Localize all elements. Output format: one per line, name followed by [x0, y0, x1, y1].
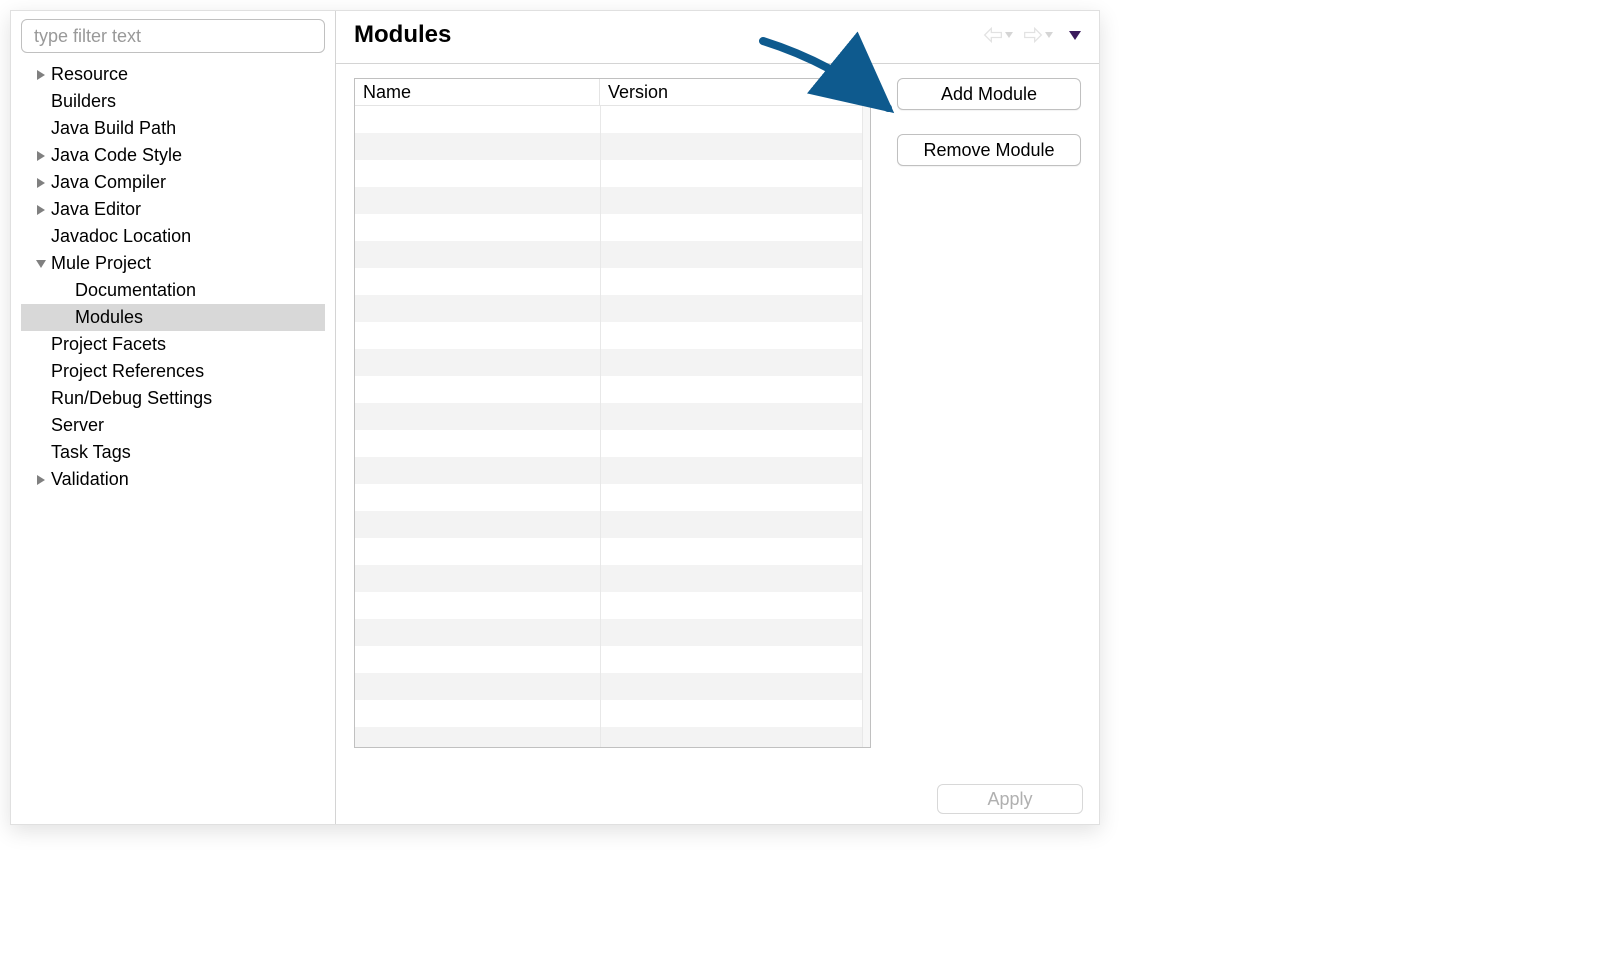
table-body[interactable]: [355, 106, 870, 747]
expand-icon[interactable]: [33, 205, 49, 215]
table-row[interactable]: [355, 538, 870, 565]
view-menu-icon[interactable]: [1069, 31, 1081, 40]
tree-item-project-facets[interactable]: Project Facets: [21, 331, 325, 358]
column-header-version[interactable]: Version: [600, 79, 870, 106]
table-row[interactable]: [355, 187, 870, 214]
tree-item-label: Java Editor: [49, 199, 141, 220]
column-divider[interactable]: [600, 106, 601, 747]
table-row[interactable]: [355, 133, 870, 160]
back-button[interactable]: [983, 26, 1013, 44]
tree-item-label: Javadoc Location: [49, 226, 191, 247]
table-row[interactable]: [355, 214, 870, 241]
forward-button[interactable]: [1023, 26, 1053, 44]
tree-item-java-code-style[interactable]: Java Code Style: [21, 142, 325, 169]
sidebar: Resource Builders Java Build Path Java Code…: [11, 11, 336, 824]
table-row[interactable]: [355, 241, 870, 268]
tree-item-label: Java Code Style: [49, 145, 182, 166]
content-body: Name Version Add Module Remove Module: [336, 64, 1099, 778]
expand-icon[interactable]: [33, 151, 49, 161]
tree-item-task-tags[interactable]: Task Tags: [21, 439, 325, 466]
table-row[interactable]: [355, 160, 870, 187]
table-row[interactable]: [355, 646, 870, 673]
toolbar-icons: [983, 26, 1081, 44]
table-row[interactable]: [355, 295, 870, 322]
remove-module-button[interactable]: Remove Module: [897, 134, 1081, 166]
tree-item-label: Java Compiler: [49, 172, 166, 193]
tree-item-modules[interactable]: Modules: [21, 304, 325, 331]
dropdown-icon: [1005, 32, 1013, 38]
expand-icon[interactable]: [33, 475, 49, 485]
tree-item-label: Builders: [49, 91, 116, 112]
content-panel: Modules: [336, 11, 1099, 824]
table-row[interactable]: [355, 430, 870, 457]
preferences-dialog: Resource Builders Java Build Path Java Code…: [10, 10, 1100, 825]
tree-item-label: Project References: [49, 361, 204, 382]
scrollbar[interactable]: [862, 106, 870, 747]
tree-item-builders[interactable]: Builders: [21, 88, 325, 115]
expand-icon[interactable]: [33, 178, 49, 188]
preferences-tree[interactable]: Resource Builders Java Build Path Java Code…: [21, 61, 325, 816]
tree-item-label: Resource: [49, 64, 128, 85]
page-title: Modules: [354, 21, 451, 49]
tree-item-java-compiler[interactable]: Java Compiler: [21, 169, 325, 196]
table-row[interactable]: [355, 619, 870, 646]
tree-item-label: Run/Debug Settings: [49, 388, 212, 409]
footer: Apply: [336, 778, 1099, 824]
table-row[interactable]: [355, 106, 870, 133]
buttons-column: Add Module Remove Module: [897, 78, 1081, 764]
tree-item-label: Modules: [73, 307, 143, 328]
tree-item-validation[interactable]: Validation: [21, 466, 325, 493]
add-module-button[interactable]: Add Module: [897, 78, 1081, 110]
tree-item-java-editor[interactable]: Java Editor: [21, 196, 325, 223]
tree-item-label: Server: [49, 415, 104, 436]
table-row[interactable]: [355, 349, 870, 376]
tree-item-label: Java Build Path: [49, 118, 176, 139]
table-row[interactable]: [355, 376, 870, 403]
table-row[interactable]: [355, 457, 870, 484]
tree-item-project-references[interactable]: Project References: [21, 358, 325, 385]
tree-item-label: Documentation: [73, 280, 196, 301]
main-area: Resource Builders Java Build Path Java Code…: [11, 11, 1099, 824]
arrow-left-icon: [983, 26, 1003, 44]
modules-table[interactable]: Name Version: [354, 78, 871, 748]
tree-item-javadoc-location[interactable]: Javadoc Location: [21, 223, 325, 250]
table-row[interactable]: [355, 673, 870, 700]
tree-item-label: Mule Project: [49, 253, 151, 274]
tree-item-mule-project[interactable]: Mule Project: [21, 250, 325, 277]
arrow-right-icon: [1023, 26, 1043, 44]
tree-item-label: Task Tags: [49, 442, 131, 463]
collapse-icon[interactable]: [33, 260, 49, 268]
tree-item-run-debug-settings[interactable]: Run/Debug Settings: [21, 385, 325, 412]
apply-button[interactable]: Apply: [937, 784, 1083, 814]
table-row[interactable]: [355, 511, 870, 538]
tree-item-documentation[interactable]: Documentation: [21, 277, 325, 304]
table-row[interactable]: [355, 565, 870, 592]
dropdown-icon: [1045, 32, 1053, 38]
table-row[interactable]: [355, 484, 870, 511]
column-header-name[interactable]: Name: [355, 79, 600, 106]
tree-item-server[interactable]: Server: [21, 412, 325, 439]
table-row[interactable]: [355, 700, 870, 727]
table-row[interactable]: [355, 592, 870, 619]
expand-icon[interactable]: [33, 70, 49, 80]
filter-input[interactable]: [21, 19, 325, 53]
table-row[interactable]: [355, 268, 870, 295]
tree-item-resource[interactable]: Resource: [21, 61, 325, 88]
table-row[interactable]: [355, 403, 870, 430]
table-header: Name Version: [355, 79, 870, 106]
content-header: Modules: [336, 11, 1099, 64]
table-row[interactable]: [355, 727, 870, 747]
table-row[interactable]: [355, 322, 870, 349]
tree-item-label: Validation: [49, 469, 129, 490]
tree-item-label: Project Facets: [49, 334, 166, 355]
tree-item-java-build-path[interactable]: Java Build Path: [21, 115, 325, 142]
